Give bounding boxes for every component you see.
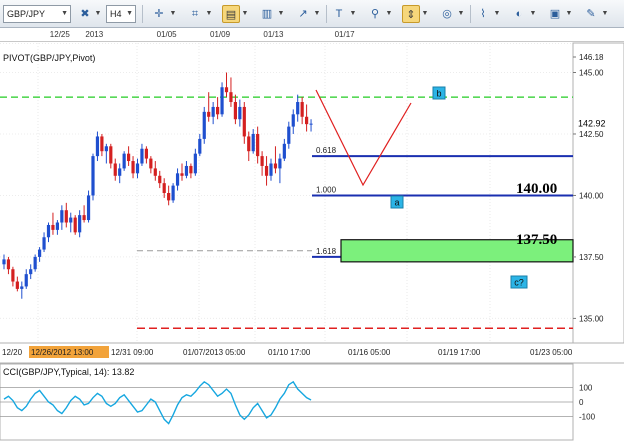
last-price-label: 142.92 — [578, 119, 606, 129]
candle — [113, 163, 117, 176]
level-140-annotation: 140.00 — [516, 181, 557, 197]
candle — [86, 195, 91, 221]
candle — [198, 138, 202, 154]
time-tick-label: 01/16 05:00 — [348, 348, 391, 357]
fib-1618-label: 1.618 — [316, 247, 337, 256]
chart-title: PIVOT(GBP/JPY,Pivot) — [3, 53, 96, 63]
price-chart[interactable]: 0.618 1.000 1.618 b a c? 140.00 137.50 146.18 1… — [0, 0, 624, 445]
price-tick-label: 137.50 — [579, 253, 604, 262]
candle — [2, 259, 6, 265]
candle — [33, 256, 37, 270]
candle — [64, 210, 68, 223]
cci-tick-label: 100 — [579, 384, 593, 393]
candle — [224, 87, 229, 93]
candle — [11, 269, 15, 282]
candle — [291, 114, 295, 127]
candle — [24, 274, 28, 287]
candle — [118, 168, 122, 176]
candle — [269, 163, 273, 176]
candle — [6, 259, 11, 270]
candle — [202, 111, 206, 139]
fib-1000-label: 1.000 — [316, 185, 337, 194]
candle — [300, 102, 304, 117]
wave-b-label: b — [436, 89, 441, 99]
candle — [216, 106, 220, 115]
cci-title: CCI(GBP/JPY,Typical, 14): 13.82 — [3, 367, 135, 377]
candle — [122, 153, 126, 169]
candle — [149, 158, 153, 169]
candle — [60, 210, 64, 223]
candle — [193, 153, 197, 174]
candle — [189, 165, 193, 174]
candle — [171, 185, 175, 201]
candle — [135, 163, 140, 174]
candle — [273, 163, 278, 169]
candle — [69, 217, 73, 223]
candle — [100, 136, 104, 152]
level-1375-annotation: 137.50 — [516, 232, 557, 248]
candle — [153, 168, 157, 176]
fib-0618-label: 0.618 — [316, 146, 337, 155]
price-tick-label: 135.00 — [579, 314, 604, 323]
price-tick-label: 145.00 — [579, 69, 604, 78]
candle — [46, 224, 51, 238]
candle — [109, 146, 113, 164]
candle — [296, 102, 300, 115]
candle — [144, 148, 148, 159]
candle — [38, 249, 42, 257]
price-tick-label: 146.18 — [579, 53, 604, 62]
candle — [242, 106, 246, 137]
candle — [238, 106, 242, 120]
candle — [131, 161, 135, 174]
candle — [282, 143, 286, 159]
candle — [207, 111, 211, 117]
candle — [180, 173, 184, 176]
candle — [158, 175, 162, 184]
candle — [15, 281, 19, 289]
candle — [140, 148, 144, 164]
time-tick-label: 01/07/2013 05:00 — [183, 348, 246, 357]
candle — [127, 153, 131, 162]
candle — [82, 215, 86, 221]
candle — [264, 165, 269, 176]
wave-c-label: c? — [514, 278, 524, 288]
candle — [220, 87, 224, 115]
cci-tick-label: 0 — [579, 398, 584, 407]
price-tick-label: 140.00 — [579, 191, 604, 200]
candle — [309, 123, 313, 125]
candle — [260, 156, 264, 166]
cci-tick-label: -100 — [579, 412, 596, 421]
candle — [95, 136, 100, 157]
candle — [175, 173, 180, 186]
time-tick-label: 12/26/2012 13:00 — [31, 348, 94, 357]
wave-a-label: a — [394, 198, 399, 208]
candle — [287, 126, 291, 144]
candle — [78, 215, 82, 233]
candle — [20, 286, 24, 289]
candle — [251, 133, 255, 152]
candle — [229, 92, 233, 103]
candle — [167, 193, 171, 201]
candle — [233, 102, 237, 120]
candle — [247, 136, 251, 152]
candle — [91, 156, 95, 196]
time-tick-label: 12/20 — [2, 348, 23, 357]
candle — [256, 133, 260, 157]
candle — [278, 158, 282, 169]
candle — [51, 224, 55, 230]
time-tick-label: 01/10 17:00 — [268, 348, 311, 357]
candle — [55, 222, 59, 230]
candle — [29, 269, 33, 275]
candle — [42, 237, 46, 250]
candle — [184, 165, 189, 176]
time-tick-label: 01/23 05:00 — [530, 348, 573, 357]
price-tick-label: 142.50 — [579, 130, 604, 139]
candle — [305, 116, 309, 125]
candle — [104, 146, 108, 152]
time-tick-label: 01/19 17:00 — [438, 348, 481, 357]
candle — [73, 217, 77, 233]
candle — [211, 106, 215, 117]
candle — [162, 183, 166, 193]
time-tick-label: 12/31 09:00 — [111, 348, 154, 357]
